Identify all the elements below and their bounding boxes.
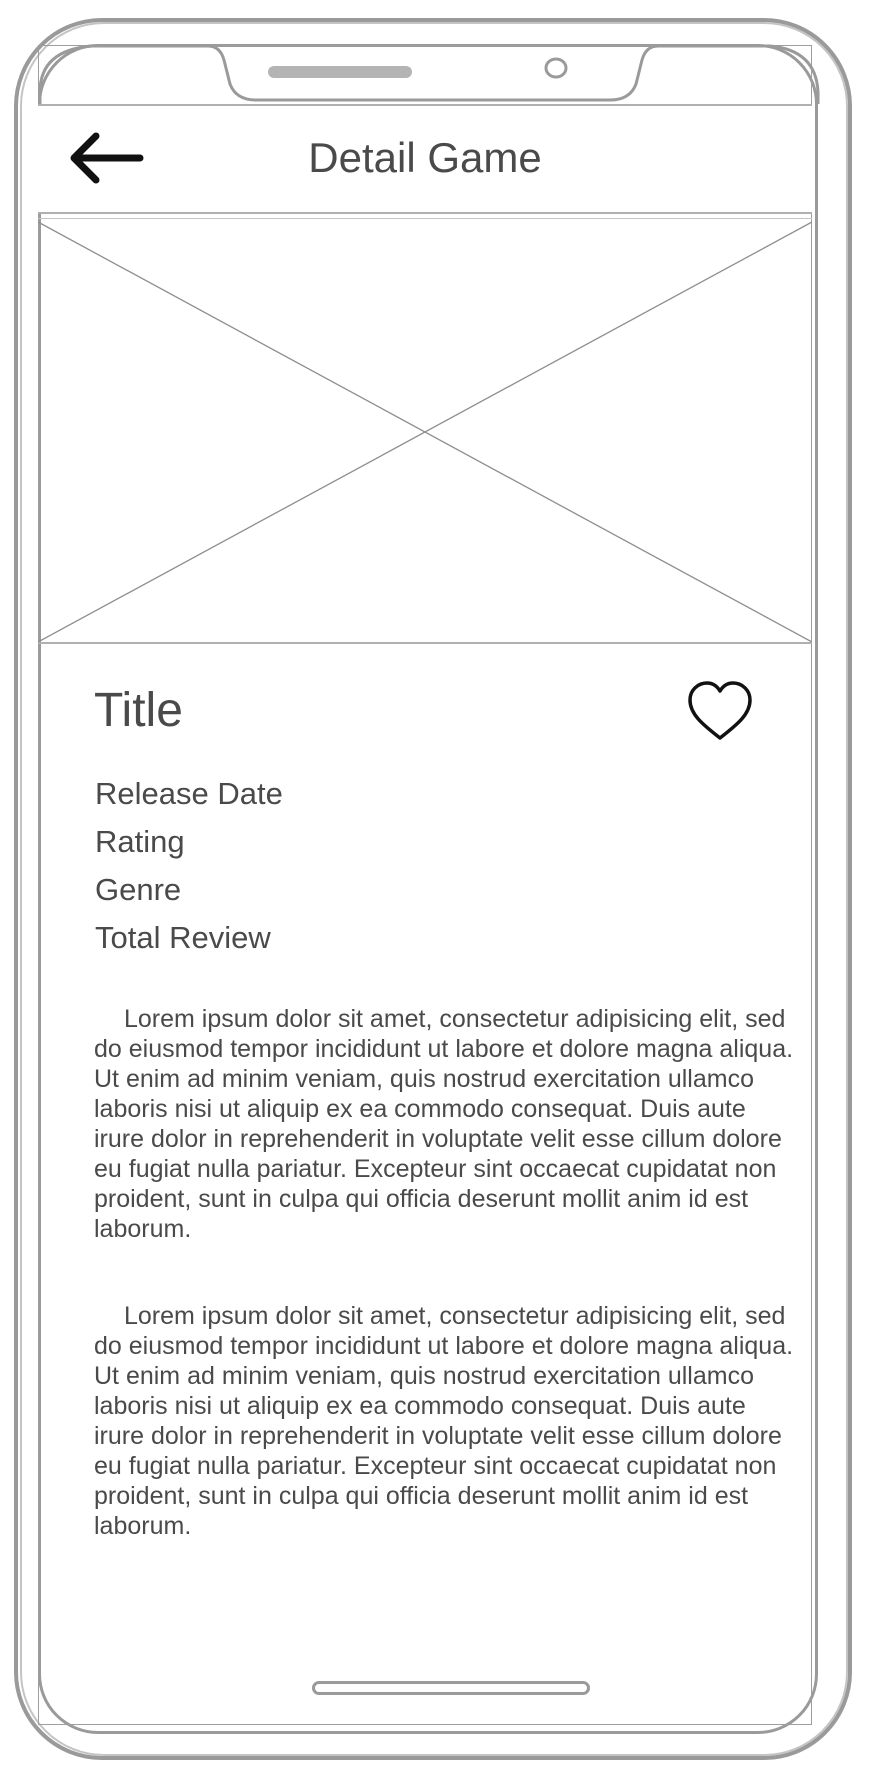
genre-label: Genre [95, 872, 182, 907]
speaker-grille [268, 66, 412, 78]
page-title: Detail Game [308, 134, 542, 181]
game-image-placeholder [37, 218, 813, 644]
phone-notch [38, 44, 820, 104]
back-button[interactable] [66, 130, 146, 186]
image-placeholder-icon [37, 221, 813, 643]
heart-outline-icon [688, 681, 752, 740]
home-indicator[interactable] [312, 1681, 590, 1695]
front-camera [544, 57, 568, 79]
arrow-left-icon [70, 132, 144, 184]
game-title: Title [94, 684, 183, 737]
total-review-label: Total Review [95, 920, 271, 955]
rating-label: Rating [95, 824, 185, 859]
game-meta-list: Release Date Rating Genre Total Review [95, 770, 283, 962]
release-date-label: Release Date [95, 776, 283, 811]
description-paragraph: Lorem ipsum dolor sit amet, consectetur … [94, 1005, 794, 1243]
description-paragraph: Lorem ipsum dolor sit amet, consectetur … [94, 1302, 794, 1540]
favorite-button[interactable] [686, 680, 754, 742]
